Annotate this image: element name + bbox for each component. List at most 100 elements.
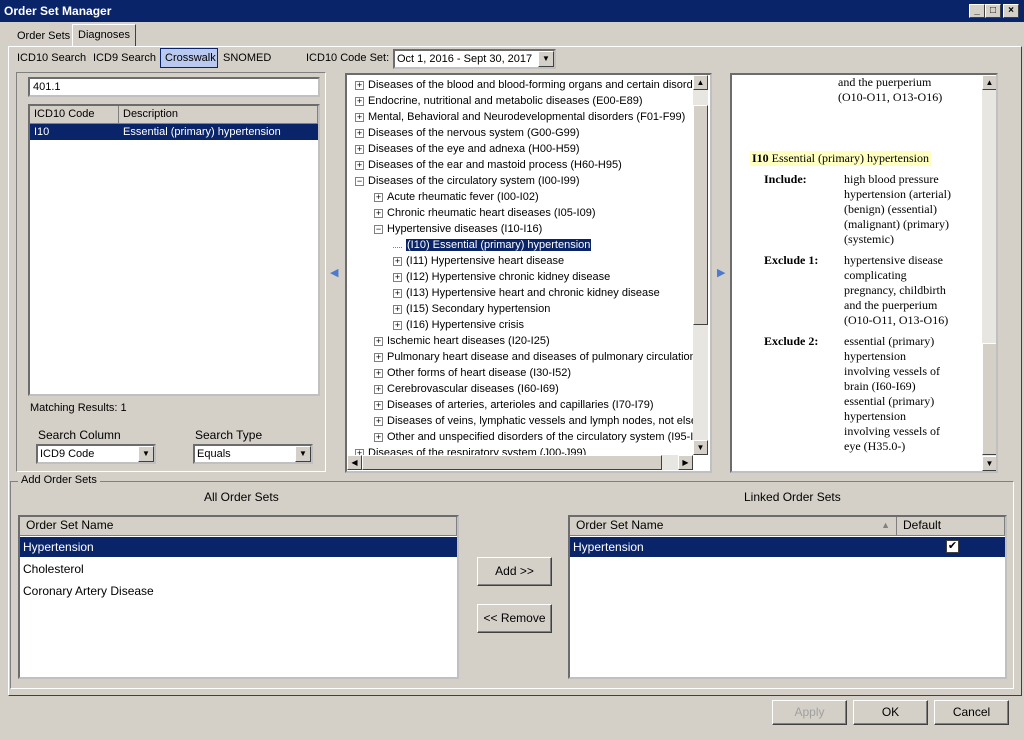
expand-icon[interactable]: + bbox=[374, 368, 383, 378]
detail-line: hypertensive disease bbox=[844, 253, 943, 267]
add-button[interactable]: Add >> bbox=[477, 557, 552, 586]
tree-item[interactable]: + (I12) Hypertensive chronic kidney disea… bbox=[393, 269, 610, 285]
expand-icon[interactable]: + bbox=[355, 128, 364, 138]
list-item[interactable]: Cholesterol bbox=[20, 559, 457, 579]
close-button[interactable]: × bbox=[1003, 4, 1019, 18]
minimize-button[interactable]: _ bbox=[969, 4, 985, 18]
chevron-down-icon[interactable]: ▼ bbox=[295, 446, 311, 462]
search-input[interactable]: 401.1 bbox=[28, 77, 320, 97]
all-order-sets-list: Order Set Name Hypertension Cholesterol … bbox=[18, 515, 459, 679]
search-column-select[interactable]: ICD9 Code ▼ bbox=[36, 444, 156, 464]
expand-icon[interactable]: + bbox=[393, 304, 402, 314]
chevron-down-icon[interactable]: ▼ bbox=[538, 51, 554, 67]
tree-item[interactable]: + Diseases of the ear and mastoid process… bbox=[355, 157, 622, 173]
table-row[interactable]: Hypertension ✔ bbox=[570, 537, 1005, 557]
detail-line: and the puerperium bbox=[844, 298, 938, 312]
expand-icon[interactable]: + bbox=[374, 208, 383, 218]
tab-order-sets[interactable]: Order Sets bbox=[12, 26, 75, 46]
expand-icon[interactable]: + bbox=[374, 432, 383, 442]
tab-diagnoses[interactable]: Diagnoses bbox=[72, 24, 136, 47]
tree-hscroll[interactable]: ◀ ▶ bbox=[347, 455, 693, 470]
remove-button[interactable]: << Remove bbox=[477, 604, 552, 633]
search-type-select[interactable]: Equals ▼ bbox=[193, 444, 313, 464]
expand-icon[interactable]: + bbox=[355, 144, 364, 154]
tree-hscroll-thumb[interactable] bbox=[362, 455, 662, 470]
tree-item[interactable]: + Diseases of veins, lymphatic vessels an… bbox=[374, 413, 693, 429]
expand-icon[interactable]: + bbox=[355, 96, 364, 106]
scroll-up-icon[interactable]: ▲ bbox=[693, 75, 708, 90]
table-row[interactable]: I10 Essential (primary) hypertension bbox=[30, 124, 318, 140]
scroll-left-icon[interactable]: ◀ bbox=[347, 455, 362, 470]
icd10-search-mode[interactable]: ICD10 Search bbox=[17, 52, 86, 64]
scroll-down-icon[interactable]: ▼ bbox=[693, 440, 708, 455]
tree-item[interactable]: − Hypertensive diseases (I10-I16) bbox=[374, 221, 542, 237]
detail-vscroll-thumb[interactable] bbox=[982, 343, 996, 455]
col-header-code[interactable]: ICD10 Code bbox=[30, 106, 119, 124]
maximize-button[interactable]: □ bbox=[985, 4, 1001, 18]
collapse-left-icon[interactable]: ◀ bbox=[330, 266, 338, 279]
list-item[interactable]: Hypertension bbox=[20, 537, 457, 557]
tree-item[interactable]: + Endocrine, nutritional and metabolic di… bbox=[355, 93, 643, 109]
tree-vscroll[interactable]: ▲ ▼ bbox=[693, 75, 708, 455]
expand-icon[interactable]: + bbox=[393, 256, 402, 266]
tree-item[interactable]: + (I11) Hypertensive heart disease bbox=[393, 253, 564, 269]
tree-item-label: Diseases of the eye and adnexa (H00-H59) bbox=[368, 143, 580, 155]
code-set-select[interactable]: Oct 1, 2016 - Sept 30, 2017 ▼ bbox=[393, 49, 556, 69]
expand-icon[interactable]: + bbox=[374, 384, 383, 394]
tree-item[interactable]: + Ischemic heart diseases (I20-I25) bbox=[374, 333, 550, 349]
tree-item[interactable]: + Pulmonary heart disease and diseases of… bbox=[374, 349, 693, 365]
tree-item[interactable]: + (I16) Hypertensive crisis bbox=[393, 317, 524, 333]
detail-line: essential (primary) bbox=[844, 394, 935, 408]
expand-icon[interactable]: + bbox=[393, 320, 402, 330]
expand-icon[interactable]: + bbox=[393, 272, 402, 282]
tree-item[interactable]: + Other and unspecified disorders of the … bbox=[374, 429, 693, 445]
detail-title: I10 Essential (primary) hypertension bbox=[750, 151, 931, 166]
tree-item[interactable]: + (I15) Secondary hypertension bbox=[393, 301, 550, 317]
snomed-search-mode[interactable]: SNOMED bbox=[223, 52, 271, 64]
icd9-search-mode[interactable]: ICD9 Search bbox=[93, 52, 156, 64]
tree-item-label: Diseases of the circulatory system (I00-… bbox=[368, 175, 580, 187]
expand-icon[interactable]: + bbox=[393, 288, 402, 298]
all-col-header-name[interactable]: Order Set Name bbox=[20, 517, 457, 536]
tree-item[interactable]: + Diseases of the respiratory system (J00… bbox=[355, 445, 586, 455]
collapse-icon[interactable]: − bbox=[355, 176, 364, 186]
tree-vscroll-thumb[interactable] bbox=[693, 105, 708, 325]
scroll-down-icon[interactable]: ▼ bbox=[982, 456, 996, 471]
expand-icon[interactable]: + bbox=[374, 416, 383, 426]
tree-item[interactable]: (I10) Essential (primary) hypertension bbox=[393, 237, 592, 253]
tree-item[interactable]: + Cerebrovascular diseases (I60-I69) bbox=[374, 381, 559, 397]
apply-button[interactable]: Apply bbox=[772, 700, 847, 725]
tree-item[interactable]: − Diseases of the circulatory system (I00… bbox=[355, 173, 580, 189]
tree-item[interactable]: + Mental, Behavioral and Neurodevelopment… bbox=[355, 109, 685, 125]
cancel-button[interactable]: Cancel bbox=[934, 700, 1009, 725]
default-checkbox[interactable]: ✔ bbox=[946, 540, 959, 553]
chevron-down-icon[interactable]: ▼ bbox=[138, 446, 154, 462]
col-header-description[interactable]: Description bbox=[119, 106, 318, 124]
expand-icon[interactable]: + bbox=[355, 160, 364, 170]
crosswalk-mode[interactable]: Crosswalk bbox=[160, 48, 218, 68]
ok-button[interactable]: OK bbox=[853, 700, 928, 725]
expand-icon[interactable]: + bbox=[374, 352, 383, 362]
expand-icon[interactable]: + bbox=[374, 400, 383, 410]
tree-item[interactable]: + Diseases of the blood and blood-forming… bbox=[355, 77, 693, 93]
scroll-right-icon[interactable]: ▶ bbox=[678, 455, 693, 470]
expand-icon[interactable]: + bbox=[355, 80, 364, 90]
collapse-icon[interactable]: − bbox=[374, 224, 383, 234]
tree-item[interactable]: + Diseases of arteries, arterioles and ca… bbox=[374, 397, 654, 413]
expand-icon[interactable]: + bbox=[374, 336, 383, 346]
linked-col-header-default[interactable]: Default bbox=[897, 517, 1005, 536]
linked-col-header-name[interactable]: Order Set Name ▲ bbox=[570, 517, 897, 536]
tree-item[interactable]: + Other forms of heart disease (I30-I52) bbox=[374, 365, 571, 381]
expand-icon[interactable]: + bbox=[374, 192, 383, 202]
tree-item[interactable]: + Chronic rheumatic heart diseases (I05-I… bbox=[374, 205, 595, 221]
collapse-right-icon[interactable]: ▶ bbox=[717, 266, 725, 279]
tree-item[interactable]: + (I13) Hypertensive heart and chronic ki… bbox=[393, 285, 660, 301]
expand-icon[interactable]: + bbox=[355, 112, 364, 122]
tree-item[interactable]: + Diseases of the eye and adnexa (H00-H59… bbox=[355, 141, 580, 157]
tree-item-label: (I10) Essential (primary) hypertension bbox=[404, 238, 592, 252]
detail-vscroll[interactable]: ▲ ▼ bbox=[982, 75, 996, 471]
tree-item[interactable]: + Diseases of the nervous system (G00-G99… bbox=[355, 125, 580, 141]
tree-item[interactable]: + Acute rheumatic fever (I00-I02) bbox=[374, 189, 539, 205]
scroll-up-icon[interactable]: ▲ bbox=[982, 75, 996, 90]
list-item[interactable]: Coronary Artery Disease bbox=[20, 581, 457, 601]
